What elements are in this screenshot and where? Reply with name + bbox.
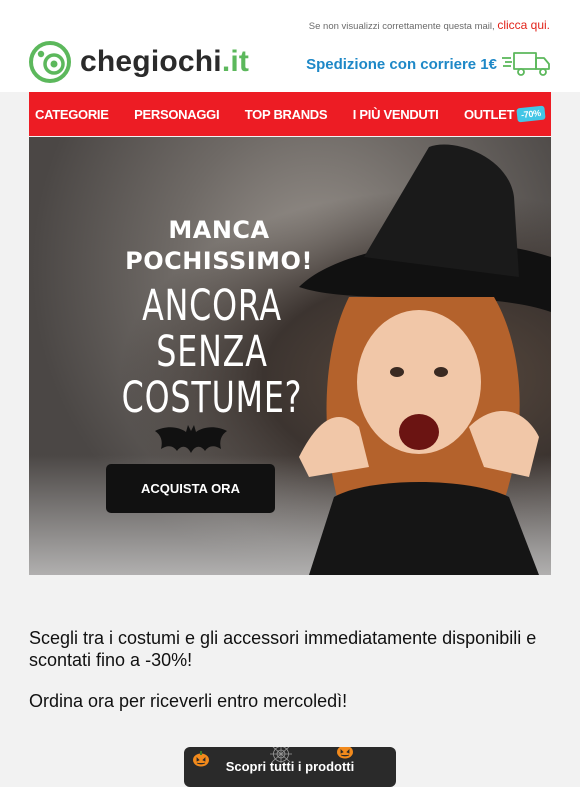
logo-name: chegiochi [80, 45, 222, 78]
buy-now-button[interactable]: ACQUISTA ORA [106, 464, 275, 513]
preheader-text: Se non visualizzi correttamente questa m… [308, 21, 495, 32]
brand-logo[interactable]: chegiochi.it [28, 40, 249, 84]
email-header: Se non visualizzi correttamente questa m… [0, 0, 580, 92]
pumpkin-icon [193, 751, 209, 767]
nav-item-outlet[interactable]: OUTLET -70% [463, 105, 546, 123]
truck-icon [502, 52, 550, 76]
nav-item-label: OUTLET [463, 106, 515, 122]
email-body: Scegli tra i costumi e gli accessori imm… [29, 627, 551, 731]
nav-item-label: PERSONAGGI [134, 106, 220, 122]
view-in-browser-link[interactable]: clicca qui. [497, 18, 550, 32]
nav-item-label: I PIÙ VENDUTI [352, 106, 439, 122]
nav-item-label: TOP BRANDS [244, 106, 328, 122]
nav-item-label: CATEGORIE [35, 106, 109, 122]
pumpkin-icon [337, 747, 353, 759]
hero-title: ANCORA SENZA COSTUME? [121, 281, 303, 423]
spiderweb-icon [270, 747, 292, 763]
logo-icon [29, 41, 71, 83]
nav-item-categorie[interactable]: CATEGORIE [35, 107, 109, 122]
nav-item-personaggi[interactable]: PERSONAGGI [134, 107, 219, 122]
preheader: Se non visualizzi correttamente questa m… [309, 18, 550, 32]
category-nav: CATEGORIE PERSONAGGI TOP BRANDS I PIÙ VE… [29, 92, 551, 136]
bat-icon [155, 425, 227, 453]
shipping-text: Spedizione con corriere 1€ [306, 55, 497, 73]
promo-paragraph: Scegli tra i costumi e gli accessori imm… [29, 628, 537, 670]
discover-products-button[interactable]: Scopri tutti i prodotti [184, 747, 396, 787]
nav-item-top-brands[interactable]: TOP BRANDS [244, 106, 328, 122]
logo-tld: .it [221, 45, 250, 78]
nav-item-piu-venduti[interactable]: I PIÙ VENDUTI [353, 107, 439, 122]
logo-wordmark: chegiochi.it [80, 45, 249, 79]
discount-badge: -70% [516, 105, 546, 123]
shipping-banner: Spedizione con corriere 1€ [306, 50, 552, 78]
hero-banner[interactable]: MANCA POCHISSIMO! ANCORA SENZA COSTUME? … [29, 137, 551, 575]
delivery-paragraph: Ordina ora per riceverli entro mercoledì… [29, 691, 348, 711]
hero-kicker: MANCA POCHISSIMO! [125, 216, 313, 275]
